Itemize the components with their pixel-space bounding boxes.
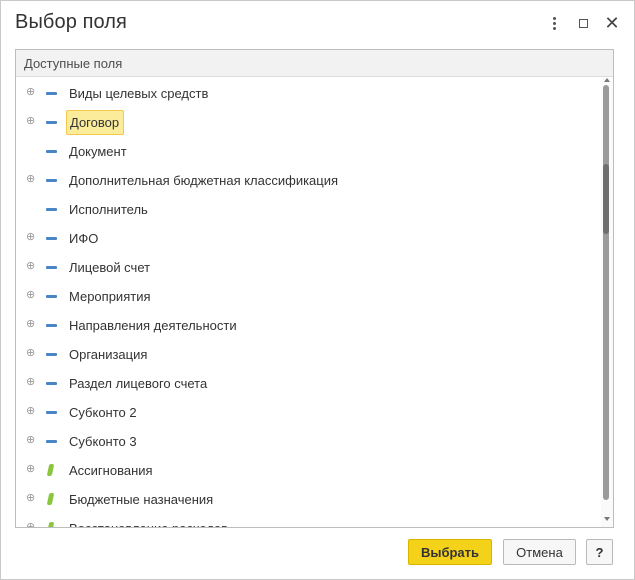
help-button[interactable]: ? <box>586 539 613 565</box>
field-dash-icon <box>46 92 57 95</box>
list-item[interactable]: Восстановление расходов <box>16 514 600 527</box>
field-dash-icon <box>46 208 57 211</box>
list-item-label: Субконто 2 <box>69 405 137 420</box>
expand-icon[interactable] <box>26 117 35 126</box>
list-item-label: Ассигнования <box>69 463 153 478</box>
field-dash-icon <box>46 353 57 356</box>
list-item[interactable]: Исполнитель <box>16 195 600 224</box>
field-dash-icon <box>46 411 57 414</box>
list-item[interactable]: Мероприятия <box>16 282 600 311</box>
scroll-down-arrow-icon[interactable] <box>604 517 610 521</box>
field-dash-icon <box>46 179 57 182</box>
list-item[interactable]: Договор <box>16 108 600 137</box>
maximize-icon <box>578 18 588 28</box>
list-item[interactable]: Бюджетные назначения <box>16 485 600 514</box>
maximize-button[interactable] <box>571 11 595 35</box>
field-dash-icon <box>46 121 57 124</box>
list-item[interactable]: Раздел лицевого счета <box>16 369 600 398</box>
field-dash-icon <box>46 324 57 327</box>
scrollbar-thumb[interactable] <box>603 164 609 234</box>
resource-green-icon <box>46 522 55 527</box>
cancel-button[interactable]: Отмена <box>503 539 576 565</box>
field-rows: Виды целевых средств Договор Документ Допол… <box>16 79 600 527</box>
expand-icon[interactable] <box>26 320 35 329</box>
list-item-label: Лицевой счет <box>69 260 151 275</box>
expand-icon[interactable] <box>26 494 35 503</box>
field-selection-dialog: Выбор поля ✕ Доступные поля Виды целевых… <box>0 0 635 580</box>
list-item[interactable]: Организация <box>16 340 600 369</box>
list-item-label: Организация <box>69 347 148 362</box>
field-dash-icon <box>46 440 57 443</box>
expand-icon[interactable] <box>26 175 35 184</box>
expand-icon[interactable] <box>26 349 35 358</box>
close-button[interactable]: ✕ <box>600 11 624 35</box>
field-dash-icon <box>46 382 57 385</box>
expand-icon[interactable] <box>26 523 35 527</box>
title-bar: Выбор поля ✕ <box>1 1 634 47</box>
list-item[interactable]: Виды целевых средств <box>16 79 600 108</box>
list-item-label: Направления деятельности <box>69 318 237 333</box>
list-item-label: Исполнитель <box>69 202 148 217</box>
resource-green-icon <box>46 493 55 505</box>
expand-icon[interactable] <box>26 465 35 474</box>
field-dash-icon <box>46 295 57 298</box>
list-item[interactable]: Субконто 2 <box>16 398 600 427</box>
expand-icon[interactable] <box>26 378 35 387</box>
list-item[interactable]: Лицевой счет <box>16 253 600 282</box>
list-item-label: Раздел лицевого счета <box>69 376 208 391</box>
expand-icon[interactable] <box>26 407 35 416</box>
list-item-label: Виды целевых средств <box>69 86 209 101</box>
dialog-title: Выбор поля <box>15 11 127 33</box>
list-item-label: Документ <box>69 144 127 159</box>
field-dash-icon <box>46 150 57 153</box>
list-item-label: Договор <box>66 110 125 135</box>
list-item-label: Субконто 3 <box>69 434 137 449</box>
expand-icon[interactable] <box>26 436 35 445</box>
field-dash-icon <box>46 237 57 240</box>
list-item[interactable]: Ассигнования <box>16 456 600 485</box>
expand-icon[interactable] <box>26 291 35 300</box>
resource-green-icon <box>46 464 55 476</box>
expand-icon[interactable] <box>26 233 35 242</box>
available-fields-list[interactable]: Доступные поля Виды целевых средств Догов… <box>15 49 614 528</box>
list-item[interactable]: Направления деятельности <box>16 311 600 340</box>
vertical-scrollbar[interactable] <box>601 78 613 527</box>
scroll-up-arrow-icon[interactable] <box>604 78 610 82</box>
list-item[interactable]: ИФО <box>16 224 600 253</box>
list-item[interactable]: Субконто 3 <box>16 427 600 456</box>
list-item-label: Бюджетные назначения <box>69 492 214 507</box>
field-dash-icon <box>46 266 57 269</box>
list-item-label: Мероприятия <box>69 289 151 304</box>
expand-icon[interactable] <box>26 262 35 271</box>
list-item[interactable]: Дополнительная бюджетная классификация <box>16 166 600 195</box>
more-options-button[interactable] <box>542 11 566 35</box>
expand-icon[interactable] <box>26 88 35 97</box>
select-button[interactable]: Выбрать <box>408 539 492 565</box>
list-item-label: ИФО <box>69 231 99 246</box>
list-item-label: Дополнительная бюджетная классификация <box>69 173 339 188</box>
list-item[interactable]: Документ <box>16 137 600 166</box>
more-vertical-icon <box>552 16 556 30</box>
column-header: Доступные поля <box>16 50 613 77</box>
scrollbar-track[interactable] <box>603 85 609 500</box>
close-icon: ✕ <box>604 13 620 33</box>
list-item-label: Восстановление расходов <box>69 521 228 527</box>
